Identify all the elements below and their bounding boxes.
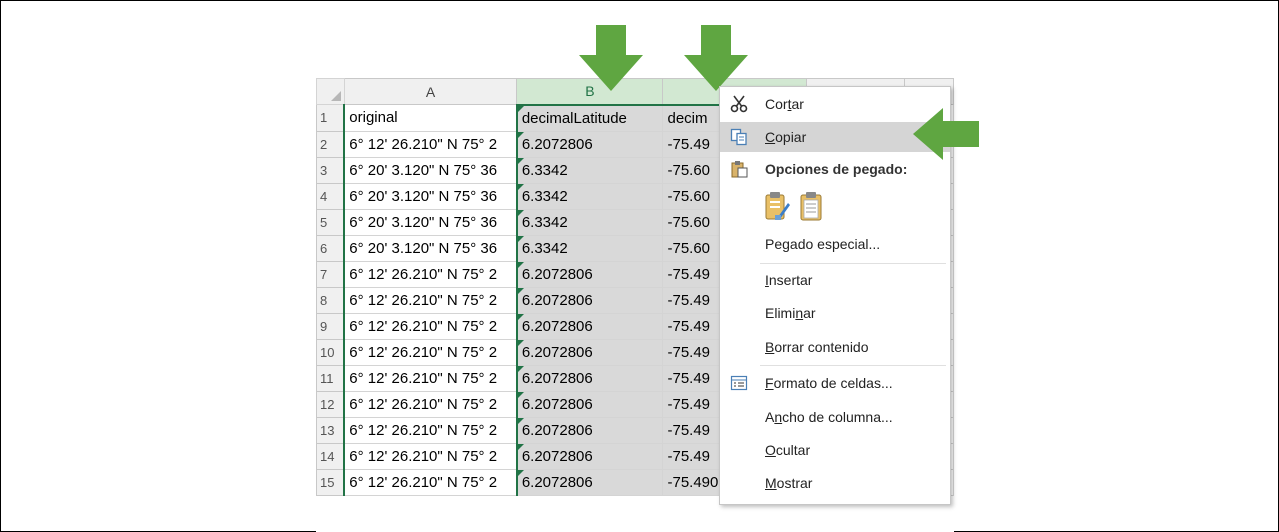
row-number[interactable]: 8 [316, 286, 345, 314]
row-number[interactable]: 7 [316, 260, 345, 288]
row-number[interactable]: 9 [316, 312, 345, 340]
cell-column-b[interactable]: 6.3342 [515, 234, 664, 262]
menu-item-copy-label: Copiar [765, 129, 807, 145]
cell-column-a[interactable]: 6° 12' 26.210" N 75° 2 [343, 364, 518, 392]
row-number[interactable]: 14 [316, 442, 345, 470]
cell-column-a[interactable]: 6° 12' 26.210" N 75° 2 [343, 286, 518, 314]
cell-column-a[interactable]: 6° 20' 3.120" N 75° 36 [343, 182, 518, 210]
menu-item-format-cells-label: Formato de celdas... [765, 375, 893, 391]
cell-column-a[interactable]: 6° 12' 26.210" N 75° 2 [343, 416, 518, 444]
cell-column-b[interactable]: decimalLatitude [515, 104, 664, 132]
row-number[interactable]: 11 [316, 364, 345, 392]
cell-column-a[interactable]: 6° 12' 26.210" N 75° 2 [343, 312, 518, 340]
arrow-down-column-b-icon [579, 25, 643, 91]
cell-column-b[interactable]: 6.2072806 [515, 416, 664, 444]
menu-item-insert-label: Insertar [765, 272, 813, 288]
cell-column-b[interactable]: 6.2072806 [515, 130, 664, 158]
arrow-left-copy-icon [913, 108, 979, 160]
row-number[interactable]: 6 [316, 234, 345, 262]
menu-item-cut-label: Cortar [765, 96, 804, 112]
column-header-a[interactable]: A [343, 78, 518, 105]
row-number[interactable]: 3 [316, 156, 345, 184]
cell-column-a[interactable]: 6° 20' 3.120" N 75° 36 [343, 208, 518, 236]
cell-column-a[interactable]: original [343, 104, 518, 132]
copy-icon [730, 128, 747, 146]
cell-column-b[interactable]: 6.2072806 [515, 442, 664, 470]
menu-separator [760, 365, 946, 366]
paste-formatting-icon[interactable] [764, 191, 790, 221]
cell-column-a[interactable]: 6° 12' 26.210" N 75° 2 [343, 468, 518, 496]
menu-item-column-width[interactable]: Ancho de columna... [720, 402, 950, 432]
cell-column-b[interactable]: 6.2072806 [515, 364, 664, 392]
menu-separator [760, 263, 946, 264]
cell-column-a[interactable]: 6° 12' 26.210" N 75° 2 [343, 390, 518, 418]
cell-column-b[interactable]: 6.2072806 [515, 468, 664, 496]
menu-item-delete[interactable]: Eliminar [720, 298, 950, 328]
menu-item-hide-label: Ocultar [765, 442, 811, 458]
menu-item-show[interactable]: Mostrar [720, 468, 950, 498]
format-cells-icon [730, 375, 748, 391]
cell-column-b[interactable]: 6.3342 [515, 156, 664, 184]
row-number[interactable]: 1 [316, 104, 345, 132]
cell-column-b[interactable]: 6.3342 [515, 208, 664, 236]
cell-column-a[interactable]: 6° 12' 26.210" N 75° 2 [343, 442, 518, 470]
menu-item-hide[interactable]: Ocultar [720, 435, 950, 465]
cell-column-a[interactable]: 6° 12' 26.210" N 75° 2 [343, 338, 518, 366]
cell-column-a[interactable]: 6° 20' 3.120" N 75° 36 [343, 234, 518, 262]
row-number[interactable]: 13 [316, 416, 345, 444]
scissors-icon [730, 95, 748, 113]
menu-item-delete-label: Eliminar [765, 305, 816, 321]
menu-item-insert[interactable]: Insertar [720, 265, 950, 295]
select-all-triangle-icon [330, 91, 341, 101]
paste-icon[interactable] [798, 191, 824, 221]
menu-item-show-label: Mostrar [765, 475, 813, 491]
cell-column-b[interactable]: 6.2072806 [515, 338, 664, 366]
cell-column-b[interactable]: 6.2072806 [515, 312, 664, 340]
menu-item-clear-contents-label: Borrar contenido [765, 339, 869, 355]
menu-item-format-cells[interactable]: Formato de celdas... [720, 368, 950, 398]
cell-column-a[interactable]: 6° 12' 26.210" N 75° 2 [343, 260, 518, 288]
row-number[interactable]: 2 [316, 130, 345, 158]
row-number[interactable]: 15 [316, 468, 345, 496]
select-all-corner[interactable] [316, 78, 345, 105]
cell-column-b[interactable]: 6.2072806 [515, 390, 664, 418]
cell-column-b[interactable]: 6.3342 [515, 182, 664, 210]
menu-item-column-width-label: Ancho de columna... [765, 409, 893, 425]
row-number[interactable]: 12 [316, 390, 345, 418]
paste-options-label: Opciones de pegado: [765, 161, 908, 177]
arrow-down-column-c-icon [684, 25, 748, 91]
cell-column-a[interactable]: 6° 12' 26.210" N 75° 2 [343, 130, 518, 158]
menu-item-clear-contents[interactable]: Borrar contenido [720, 332, 950, 362]
cell-column-b[interactable]: 6.2072806 [515, 286, 664, 314]
cell-column-a[interactable]: 6° 20' 3.120" N 75° 36 [343, 156, 518, 184]
cell-column-b[interactable]: 6.2072806 [515, 260, 664, 288]
menu-item-paste-special-label: Pegado especial... [765, 236, 881, 252]
row-number[interactable]: 4 [316, 182, 345, 210]
clipboard-icon [731, 161, 748, 178]
row-number[interactable]: 10 [316, 338, 345, 366]
row-number[interactable]: 5 [316, 208, 345, 236]
menu-item-paste-special[interactable]: Pegado especial... [720, 229, 950, 259]
